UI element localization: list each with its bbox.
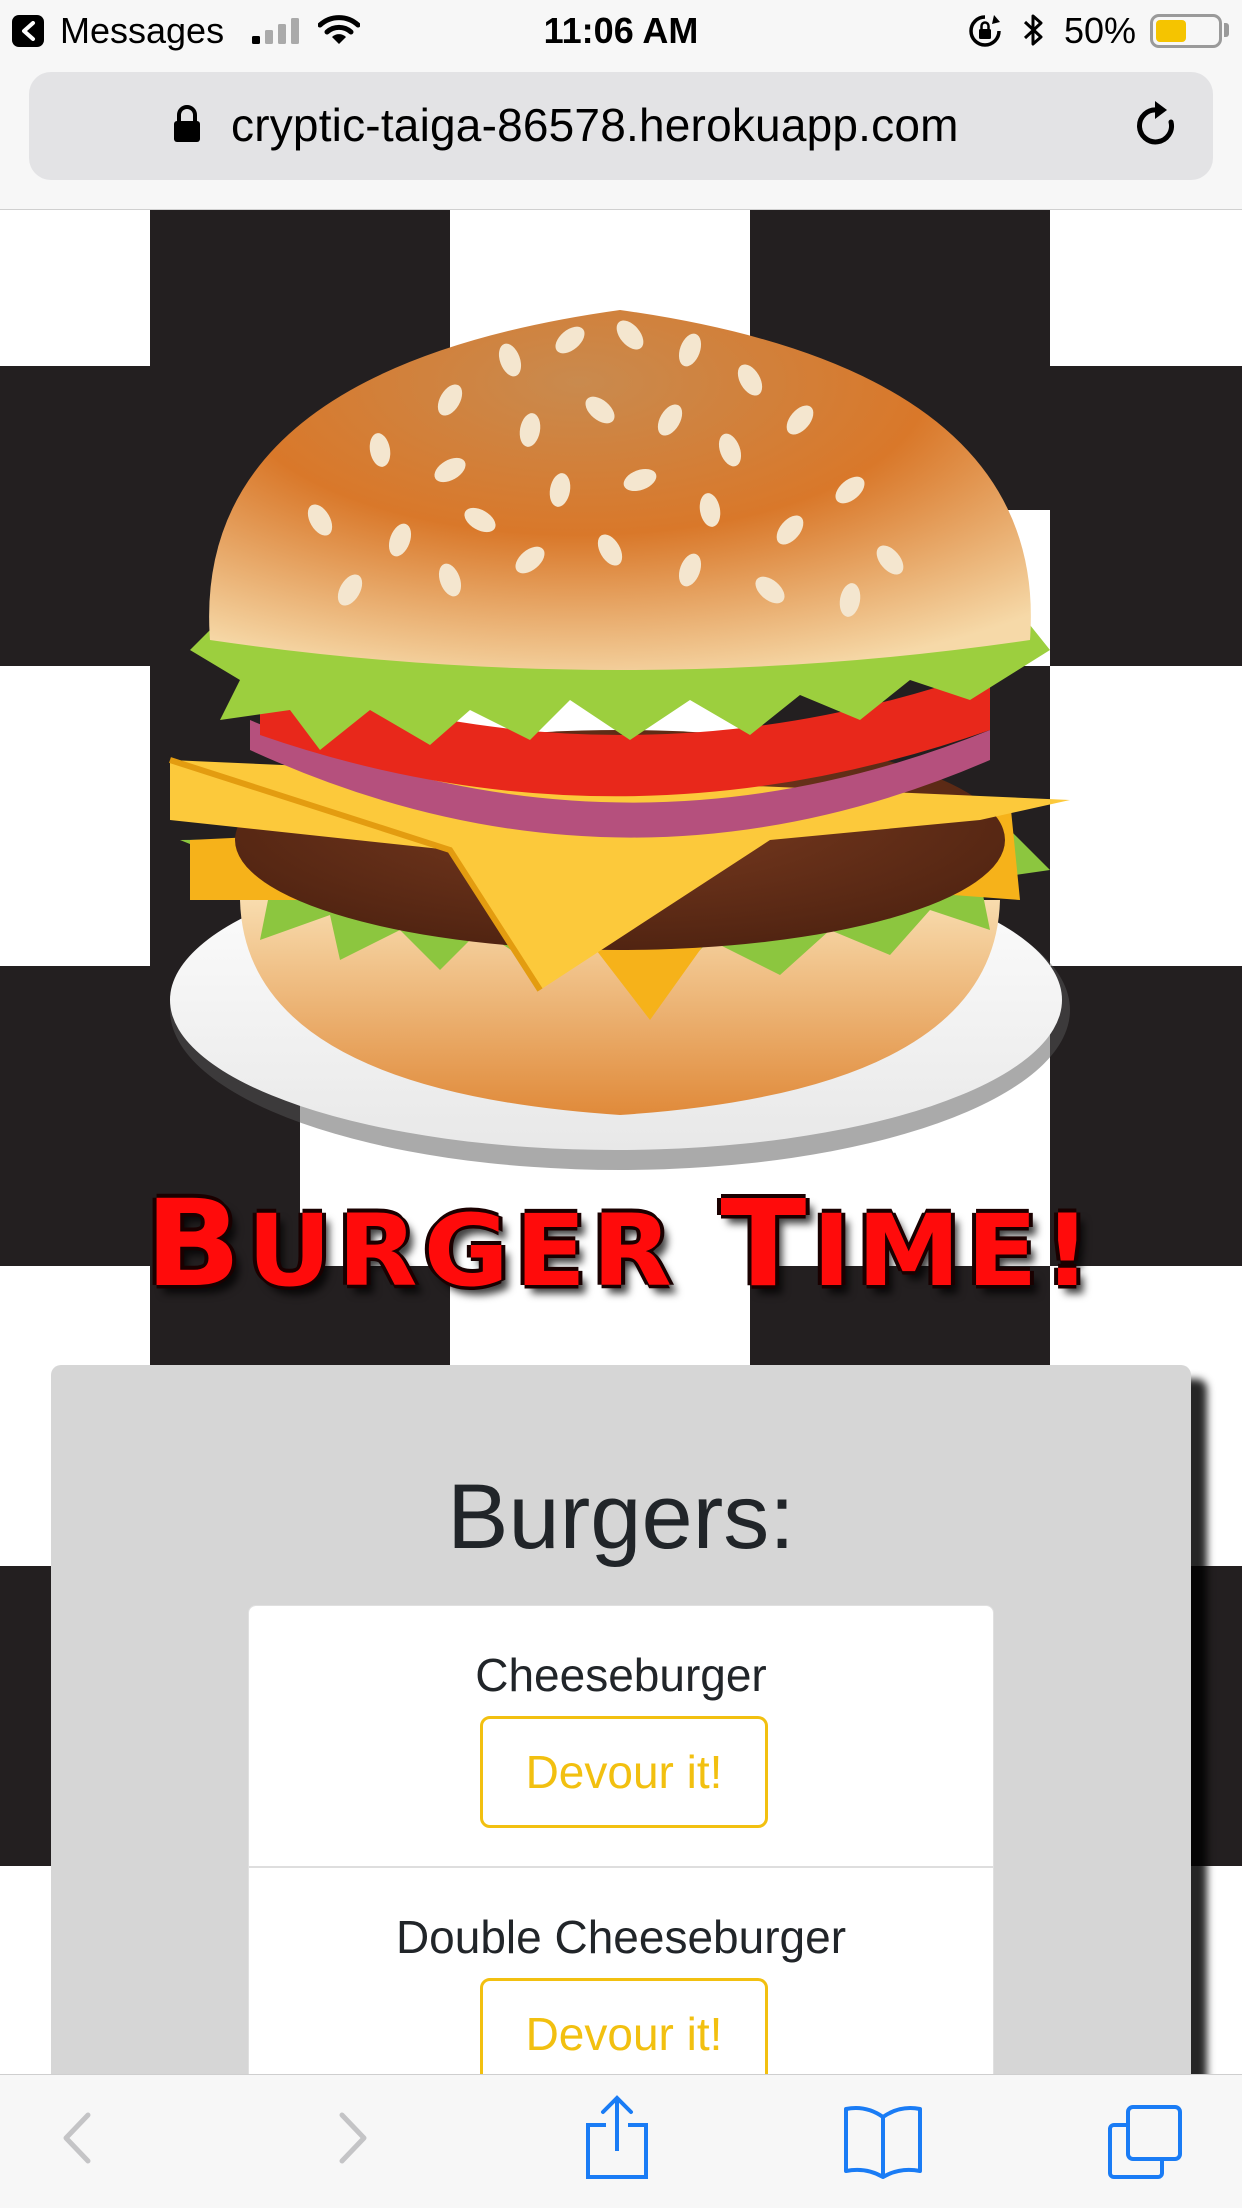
reload-icon[interactable] [1133, 100, 1181, 152]
brand-title-word1-rest: URGER [247, 1192, 679, 1309]
brand-title-initial-b: B [145, 1173, 248, 1314]
lock-icon [174, 105, 200, 142]
url-text[interactable]: cryptic-taiga-86578.herokuapp.com [231, 98, 959, 152]
battery-percent: 50% [1064, 10, 1137, 51]
battery-icon [1150, 14, 1222, 48]
burgers-heading: Burgers: [447, 1466, 795, 1568]
burgers-panel: Burgers: Cheeseburger Devour it! Double … [51, 1365, 1191, 2074]
list-item: Double Cheeseburger Devour it! [249, 1868, 993, 2074]
list-item: Cheeseburger Devour it! [249, 1606, 993, 1868]
devour-button[interactable]: Devour it! [480, 1716, 768, 1828]
rotation-lock-icon [969, 15, 1001, 47]
battery-nub [1224, 23, 1229, 37]
burger-list: Cheeseburger Devour it! Double Cheesebur… [248, 1605, 994, 2074]
browser-top-bar: cryptic-taiga-86578.herokuapp.com [0, 62, 1242, 210]
status-bar: Messages 11:06 AM 50% [0, 0, 1242, 62]
burger-name: Double Cheeseburger [395, 1911, 847, 1963]
address-bar[interactable]: cryptic-taiga-86578.herokuapp.com [29, 72, 1213, 180]
back-icon[interactable] [56, 2103, 96, 2173]
browser-toolbar [0, 2074, 1242, 2208]
tabs-icon[interactable] [1106, 2103, 1184, 2181]
bluetooth-icon [1023, 14, 1043, 46]
brand-title-initial-t: T [720, 1173, 813, 1314]
burger-name: Cheeseburger [475, 1649, 767, 1701]
brand-title: BURGER TIME! [0, 1174, 1242, 1314]
bookmarks-icon[interactable] [842, 2103, 924, 2179]
share-icon[interactable] [582, 2095, 652, 2181]
brand-title-word2-rest: IME! [812, 1192, 1097, 1309]
burger-illustration [169, 310, 1070, 1170]
devour-button[interactable]: Devour it! [480, 1978, 768, 2074]
forward-icon[interactable] [334, 2103, 374, 2173]
clock: 11:06 AM [543, 10, 699, 51]
web-page: BURGER TIME! Burgers: Cheeseburger Devou… [0, 210, 1242, 2074]
